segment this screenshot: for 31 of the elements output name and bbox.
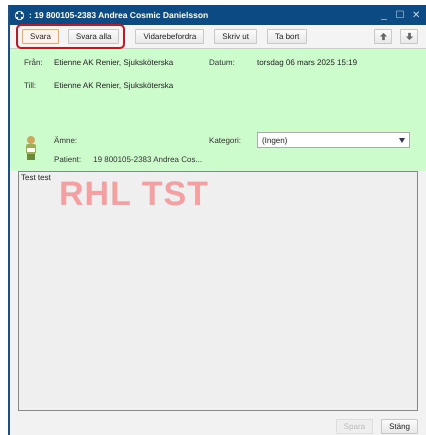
- from-label: Från:: [24, 58, 44, 66]
- app-logo-icon: [14, 10, 25, 20]
- footer-button[interactable]: Stäng: [381, 419, 418, 434]
- date-value: torsdag 06 mars 2025 15:19: [257, 58, 358, 66]
- toolbar-button[interactable]: Svara alla: [68, 29, 120, 44]
- to-label: Till:: [24, 80, 38, 90]
- window-control[interactable]: ✕: [410, 9, 422, 21]
- down-arrow-icon: [404, 32, 414, 41]
- window-control[interactable]: ☐: [394, 9, 406, 21]
- from-value: Etienne AK Renier, Sjuksköterska: [54, 58, 174, 66]
- dropdown-arrow-icon: [399, 138, 405, 142]
- date-label: Datum:: [209, 58, 236, 66]
- window-title: : 19 800105-2383 Andrea Cosmic Danielsson: [29, 10, 210, 20]
- to-value: Etienne AK Renier, Sjuksköterska: [54, 80, 174, 90]
- toolbar-button[interactable]: Skriv ut: [214, 29, 257, 44]
- up-arrow-button[interactable]: [374, 29, 392, 44]
- toolbar-button[interactable]: Ta bort: [266, 29, 308, 44]
- patient-label: Patient:: [54, 154, 82, 164]
- environment-label: RHL TST: [59, 175, 209, 214]
- subject-label: Ämne:: [54, 136, 78, 144]
- category-label: Kategori:: [209, 136, 242, 144]
- patient-value: 19 800105-2383 Andrea Cos...: [93, 154, 202, 164]
- message-body-field[interactable]: Test test RHL TST: [18, 171, 418, 411]
- person-icon: [24, 135, 38, 161]
- down-arrow-button[interactable]: [400, 29, 418, 44]
- message-text: Test test: [21, 173, 51, 182]
- window-control[interactable]: _: [378, 10, 390, 20]
- toolbar-button[interactable]: Vidarebefordra: [135, 29, 204, 44]
- category-dropdown[interactable]: (Ingen): [257, 132, 410, 148]
- toolbar-button[interactable]: Svara: [22, 29, 59, 44]
- up-arrow-icon: [378, 32, 388, 41]
